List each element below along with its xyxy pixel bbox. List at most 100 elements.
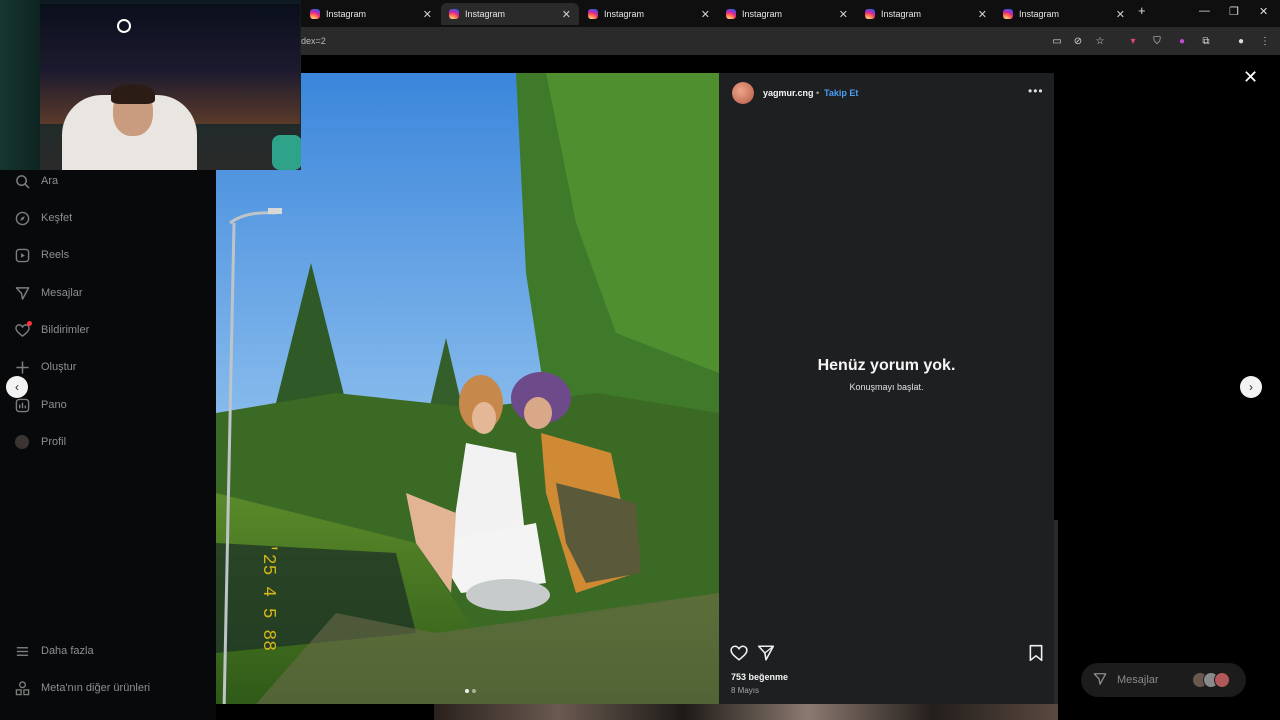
instagram-favicon-icon xyxy=(865,9,875,19)
sidebar-item-messages[interactable]: Mesajlar xyxy=(14,285,83,301)
browser-tab[interactable]: Instagram ✕ xyxy=(718,3,856,25)
sidebar-item-profile[interactable]: Profil xyxy=(14,434,66,450)
sidebar-item-label: Pano xyxy=(41,399,67,411)
grid-icon xyxy=(14,680,30,696)
tab-label: Instagram xyxy=(326,9,367,19)
webcam-overlay xyxy=(0,0,301,170)
window-close-icon[interactable]: ✕ xyxy=(1259,5,1268,18)
avatar xyxy=(1214,672,1230,688)
menu-icon xyxy=(14,643,30,659)
tab-close-icon[interactable]: ✕ xyxy=(1116,8,1125,21)
new-tab-button[interactable]: + xyxy=(1138,3,1146,18)
sidebar-item-label: Mesajlar xyxy=(41,287,83,299)
screen: Instagram ✕ Instagram ✕ Instagram ✕ Inst… xyxy=(0,0,1280,720)
message-avatars xyxy=(1192,672,1230,688)
browser-tab[interactable]: Instagram ✕ xyxy=(857,3,995,25)
sidebar-item-create[interactable]: Oluştur xyxy=(14,359,76,375)
compass-icon xyxy=(14,210,30,226)
photo-date-stamp: '25 4 5 88 xyxy=(258,543,278,651)
instagram-favicon-icon xyxy=(588,9,598,19)
instagram-favicon-icon xyxy=(726,9,736,19)
plus-icon xyxy=(14,359,30,375)
cast-icon[interactable]: ▭ xyxy=(1051,35,1063,47)
sidebar-item-label: Keşfet xyxy=(41,212,73,224)
ring-light xyxy=(117,19,131,33)
browser-tab[interactable]: Instagram ✕ xyxy=(580,3,718,25)
like-heart-icon[interactable] xyxy=(730,644,748,662)
send-icon xyxy=(1093,672,1107,689)
minimize-icon[interactable]: — xyxy=(1199,5,1210,17)
tab-close-icon[interactable]: ✕ xyxy=(978,8,987,21)
restore-icon[interactable]: ❐ xyxy=(1229,5,1239,18)
kebab-menu-icon[interactable]: ⋮ xyxy=(1259,35,1271,47)
browser-tab-active[interactable]: Instagram ✕ xyxy=(441,3,579,25)
url-text[interactable]: dex=2 xyxy=(301,36,326,46)
instagram-favicon-icon xyxy=(310,9,320,19)
gaming-chair xyxy=(272,135,301,170)
tab-label: Instagram xyxy=(465,9,506,19)
sidebar-item-explore[interactable]: Keşfet xyxy=(14,210,72,226)
sidebar-item-meta-products[interactable]: Meta'nın diğer ürünleri xyxy=(14,680,150,696)
extension-icon[interactable]: ● xyxy=(1176,35,1188,47)
streamer-hair xyxy=(111,84,155,104)
sidebar-item-more[interactable]: Daha fazla xyxy=(14,643,94,659)
shield-icon[interactable]: ⛉ xyxy=(1151,35,1163,47)
tab-label: Instagram xyxy=(742,9,783,19)
sidebar-item-label: Profil xyxy=(41,436,67,448)
tab-close-icon[interactable]: ✕ xyxy=(562,8,571,21)
browser-tab[interactable]: Instagram ✕ xyxy=(995,3,1133,25)
empty-comments-subtitle: Konuşmayı başlat. xyxy=(849,382,924,392)
chart-icon xyxy=(14,397,30,413)
tab-label: Instagram xyxy=(881,9,922,19)
post-date: 8 Mayıs xyxy=(731,686,760,695)
background-feed-edge xyxy=(1054,520,1058,704)
eye-off-icon[interactable]: ⊘ xyxy=(1072,35,1084,47)
sidebar-item-label: Daha fazla xyxy=(41,645,94,657)
tab-close-icon[interactable]: ✕ xyxy=(701,8,710,21)
empty-comments-title: Henüz yorum yok. xyxy=(817,357,956,374)
like-count[interactable]: 753 beğenme xyxy=(731,672,788,682)
chevron-left-icon: ‹ xyxy=(15,380,19,394)
close-modal-icon[interactable]: ✕ xyxy=(1243,67,1258,88)
reels-icon xyxy=(14,247,30,263)
sidebar-item-label: Bildirimler xyxy=(41,324,90,336)
sidebar-item-label: Meta'nın diğer ürünleri xyxy=(41,682,151,694)
star-icon[interactable]: ☆ xyxy=(1094,35,1106,47)
sidebar-item-label: Oluştur xyxy=(41,361,77,373)
send-icon xyxy=(14,285,30,301)
follow-button[interactable]: Takip Et xyxy=(824,88,858,98)
post-author-avatar[interactable] xyxy=(732,82,754,104)
sidebar-item-search[interactable]: Ara xyxy=(14,173,58,189)
separator-dot: • xyxy=(816,88,820,98)
next-post-button[interactable]: › xyxy=(1240,376,1262,398)
browser-tab[interactable]: Instagram ✕ xyxy=(302,3,440,25)
sidebar-item-label: Ara xyxy=(41,175,59,187)
instagram-favicon-icon xyxy=(1003,9,1013,19)
save-bookmark-icon[interactable] xyxy=(1027,644,1045,662)
previous-post-button[interactable]: ‹ xyxy=(6,376,28,398)
notification-dot xyxy=(27,321,32,326)
avatar-icon xyxy=(14,434,30,450)
heart-icon xyxy=(14,321,32,338)
sidebar-item-dashboard[interactable]: Pano xyxy=(14,397,67,413)
tab-label: Instagram xyxy=(1019,9,1060,19)
tab-label: Instagram xyxy=(604,9,645,19)
background-feed-strip xyxy=(434,704,1058,720)
messages-pill-label: Mesajlar xyxy=(1117,674,1159,686)
messages-pill[interactable]: Mesajlar xyxy=(1081,663,1246,697)
puzzle-icon[interactable]: ⧉ xyxy=(1200,35,1212,47)
share-send-icon[interactable] xyxy=(757,644,775,662)
sidebar-item-reels[interactable]: Reels xyxy=(14,247,69,263)
instagram-favicon-icon xyxy=(449,9,459,19)
extension-icon[interactable]: ▾ xyxy=(1127,35,1139,47)
sidebar-item-notifications[interactable]: Bildirimler xyxy=(14,321,90,338)
profile-avatar-icon[interactable]: ● xyxy=(1235,35,1247,47)
search-icon xyxy=(14,173,30,189)
chevron-right-icon: › xyxy=(1249,380,1253,394)
tab-close-icon[interactable]: ✕ xyxy=(423,8,432,21)
tab-close-icon[interactable]: ✕ xyxy=(839,8,848,21)
more-options-icon[interactable]: ••• xyxy=(1028,84,1044,98)
sidebar-item-label: Reels xyxy=(41,249,70,261)
post-author-username[interactable]: yagmur.cng xyxy=(763,88,814,98)
webcam-curtain xyxy=(0,0,40,170)
